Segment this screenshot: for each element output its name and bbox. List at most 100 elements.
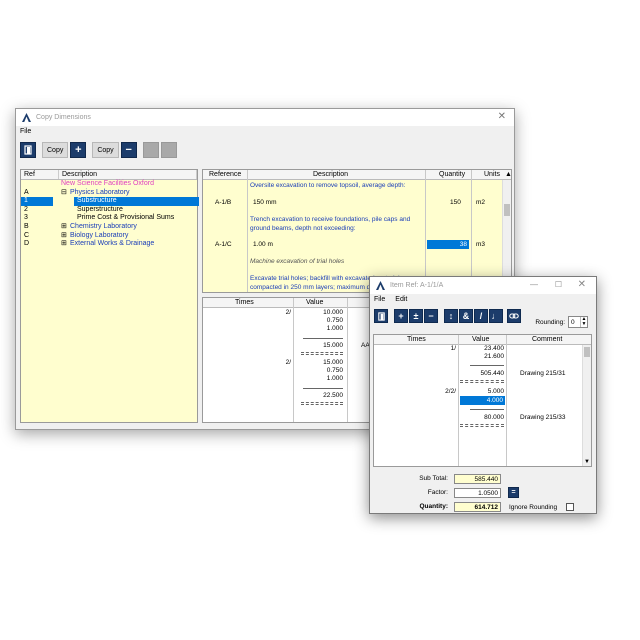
dialog-titlebar: Item Ref: A-1/1/A — ☐ ✕	[370, 277, 596, 294]
scroll-thumb[interactable]	[584, 347, 590, 357]
value-cell[interactable]: 1.000	[297, 375, 343, 382]
move-updown-button[interactable]: ↕	[444, 309, 458, 323]
quantity-cell[interactable]: 150	[450, 199, 461, 206]
sub-total-field: 585.440	[454, 474, 501, 484]
desc-line[interactable]: compacted in 250 mm layers; maximum dept…	[250, 284, 383, 291]
col-value: Value	[306, 299, 324, 306]
col-reference: Reference	[209, 171, 242, 178]
ref-cell[interactable]: A-1/C	[215, 241, 232, 248]
times-cell[interactable]: 2/	[263, 359, 291, 366]
factor-equals-button[interactable]: =	[508, 487, 519, 498]
dialog-grid-scrollbar[interactable]: ▼	[582, 345, 591, 466]
times-cell[interactable]: 1/	[424, 345, 456, 352]
units-cell: m2	[476, 199, 486, 206]
expand-plus-icon[interactable]: ⊞	[61, 240, 67, 249]
door-exit-button[interactable]	[20, 142, 36, 158]
expand-plus-icon[interactable]: ⊞	[61, 223, 67, 232]
tree-desc-prime-cost: Prime Cost & Provisional Sums	[77, 214, 175, 222]
note-button[interactable]: ♩	[489, 309, 503, 323]
factor-label: Factor:	[427, 489, 448, 496]
close-icon[interactable]: ✕	[498, 112, 506, 122]
add-button[interactable]: +	[70, 142, 87, 158]
tree-row-external[interactable]: D ⊞ External Works & Drainage	[21, 240, 197, 249]
rounding-value: 0	[571, 318, 575, 326]
tree-desc-chemistry: Chemistry Laboratory	[70, 222, 137, 230]
value-cell-selected[interactable]: 4.000	[460, 396, 505, 405]
desc-line[interactable]: Oversite excavation to remove topsoil, a…	[250, 182, 405, 189]
tree-ref: B	[24, 222, 29, 230]
ref-cell[interactable]: A-1/B	[215, 199, 231, 206]
ignore-rounding-checkbox[interactable]	[566, 503, 574, 511]
tree-desc-biology: Biology Laboratory	[70, 231, 129, 239]
value-cell[interactable]: 5.000	[460, 388, 504, 395]
value-cell[interactable]: 1.000	[297, 325, 343, 332]
tree-row-chemistry[interactable]: B ⊞ Chemistry Laboratory	[21, 223, 197, 232]
door-exit-button[interactable]	[374, 309, 388, 323]
factor-field[interactable]: 1.0500	[454, 488, 501, 498]
link-button[interactable]	[507, 309, 521, 323]
tree-row-project[interactable]: New Science Facilities Oxford	[21, 180, 197, 189]
times-cell[interactable]: 2/	[263, 309, 291, 316]
disabled-button-2	[160, 142, 177, 158]
tree-row-prime-cost[interactable]: 3 Prime Cost & Provisional Sums	[21, 214, 197, 223]
remove-line-button[interactable]: −	[424, 309, 438, 323]
col-times: Times	[235, 299, 254, 306]
comment-cell[interactable]: Drawing 215/33	[520, 414, 566, 421]
col-comment: Comment	[532, 336, 563, 343]
tree-desc-superstructure: Superstructure	[77, 205, 123, 213]
tree-ref: A	[24, 188, 29, 196]
divide-button[interactable]: /	[474, 309, 488, 323]
desc-line[interactable]: Trench excavation to receive foundations…	[250, 216, 410, 223]
value-subtotal[interactable]: 505.440	[460, 370, 505, 377]
value-cell[interactable]: 10.000	[297, 309, 343, 316]
dialog-menubar: File Edit	[370, 294, 596, 305]
desc-line[interactable]: Machine excavation of trial holes	[250, 258, 344, 265]
value-cell[interactable]: 15.000	[297, 359, 343, 366]
add-line-button[interactable]: +	[394, 309, 408, 323]
copy-button-1[interactable]: Copy	[42, 142, 69, 158]
value-subtotal[interactable]: 15.000	[297, 342, 343, 349]
tree-ref: C	[24, 231, 30, 239]
expand-plus-icon[interactable]: ⊞	[61, 232, 67, 241]
tree-row-biology[interactable]: C ⊞ Biology Laboratory	[21, 232, 197, 241]
tree-row-physics[interactable]: A ⊟ Physics Laboratory	[21, 189, 197, 198]
rounding-spinner[interactable]: 0 ▲ ▼	[568, 316, 588, 328]
menu-file[interactable]: File	[20, 128, 31, 135]
value-cell[interactable]: 0.750	[297, 317, 343, 324]
value-cell[interactable]: 21.600	[460, 353, 504, 360]
value-cell[interactable]: 0.750	[297, 367, 343, 374]
quantity-cell-selected[interactable]: 38	[427, 240, 469, 249]
totals-section: Sub Total: 585.440 Factor: 1.0500 = Quan…	[370, 471, 598, 515]
menu-edit[interactable]: Edit	[395, 296, 407, 303]
expand-minus-icon[interactable]: ⊟	[61, 189, 67, 198]
times-cell[interactable]: 2/2/	[424, 388, 456, 395]
col-units: Units	[484, 171, 500, 178]
comment-cell[interactable]: Drawing 215/31	[520, 370, 566, 377]
plus-minus-button[interactable]: ±	[409, 309, 423, 323]
desc-line[interactable]: 1.00 m	[253, 241, 273, 248]
desc-line[interactable]: ground beams, depth not exceeding:	[250, 225, 356, 232]
close-icon[interactable]: ✕	[578, 279, 586, 290]
value-subtotal[interactable]: 22.500	[297, 392, 343, 399]
scroll-down-icon[interactable]: ▼	[584, 459, 590, 465]
rounding-control: Rounding: 0 ▲ ▼	[535, 316, 588, 328]
minimize-icon[interactable]: —	[530, 280, 538, 289]
maximize-icon[interactable]: ☐	[555, 280, 562, 289]
desc-line[interactable]: 150 mm	[253, 199, 276, 206]
app-logo-icon	[376, 281, 385, 290]
remove-button[interactable]: −	[120, 142, 137, 158]
copy-button-2[interactable]: Copy	[92, 142, 119, 158]
value-cell[interactable]: 23.400	[460, 345, 504, 352]
dialog-title: Item Ref: A-1/1/A	[390, 282, 444, 289]
ampersand-button[interactable]: &	[459, 309, 473, 323]
menu-file[interactable]: File	[374, 296, 385, 303]
spinner-arrows-icon[interactable]: ▲ ▼	[580, 317, 587, 327]
main-menubar: File	[16, 126, 514, 137]
col-times: Times	[407, 336, 426, 343]
tree-row-substructure[interactable]: 1 Substructure	[21, 197, 199, 206]
value-subtotal[interactable]: 80.000	[460, 414, 504, 421]
scroll-thumb[interactable]	[504, 204, 510, 216]
tree-row-superstructure[interactable]: 2 Superstructure	[21, 206, 197, 215]
main-toolbar: Copy + Copy −	[16, 137, 514, 163]
tree-desc-external: External Works & Drainage	[70, 240, 155, 248]
